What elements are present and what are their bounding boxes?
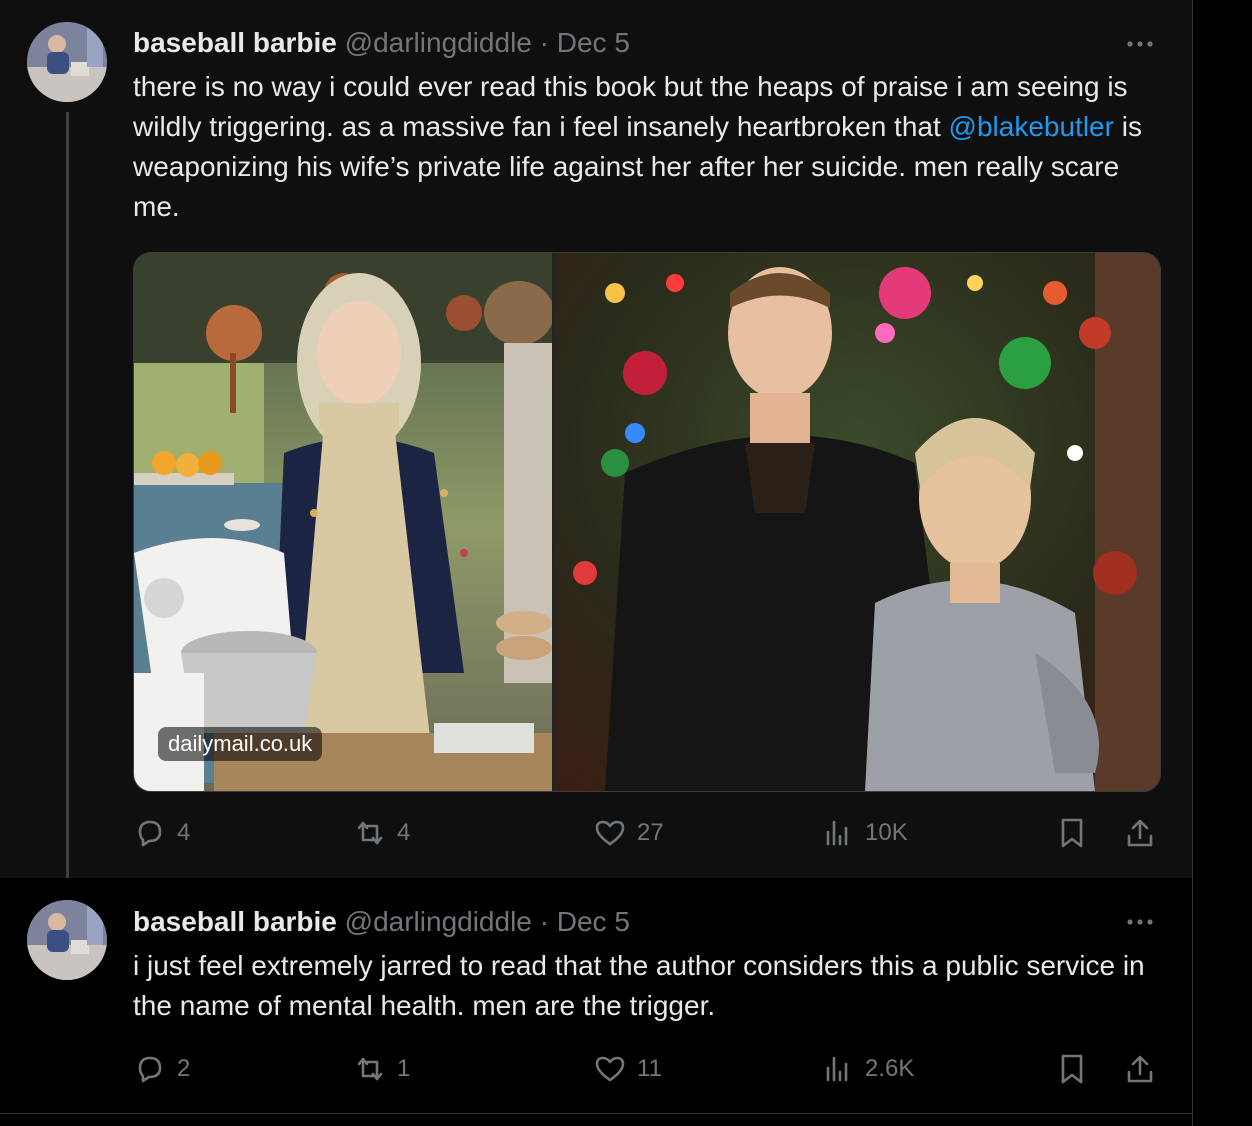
separator-dot: · <box>539 906 549 937</box>
avatar[interactable] <box>27 900 107 980</box>
like-icon <box>595 820 625 846</box>
bookmark-icon <box>1061 818 1083 848</box>
share-icon <box>1127 819 1153 847</box>
separator-dot: · <box>539 27 549 58</box>
like-icon <box>595 1056 625 1082</box>
views-button[interactable]: 2.6K <box>821 1052 914 1086</box>
tweet-text: i just feel extremely jarred to read tha… <box>133 950 1145 1021</box>
thread-connector-line <box>66 112 69 892</box>
tweet-2[interactable]: baseball barbie @darlingdiddle · Dec 5 i… <box>0 878 1192 1114</box>
more-icon[interactable] <box>1124 34 1158 54</box>
reply-button[interactable]: 4 <box>133 816 190 850</box>
reply-icon <box>138 820 162 847</box>
timeline: baseball barbie @darlingdiddle · Dec 5 t… <box>0 0 1193 1126</box>
reply-count: 2 <box>177 1055 191 1082</box>
avatar[interactable] <box>27 22 107 102</box>
divider <box>0 1113 1192 1114</box>
tweet-actions: 2 1 11 2.6K <box>133 1052 1163 1092</box>
repost-icon <box>357 821 383 845</box>
views-count: 10K <box>865 819 908 846</box>
bookmark-button[interactable] <box>1055 1052 1089 1086</box>
like-button[interactable]: 27 <box>593 816 664 850</box>
display-name[interactable]: baseball barbie <box>133 27 337 58</box>
more-icon[interactable] <box>1124 912 1158 932</box>
tweet-header: baseball barbie @darlingdiddle · Dec 5 <box>133 26 630 60</box>
bookmark-button[interactable] <box>1055 816 1089 850</box>
reply-icon <box>138 1056 162 1083</box>
like-count: 11 <box>637 1055 662 1082</box>
reply-button[interactable]: 2 <box>133 1052 190 1086</box>
share-button[interactable] <box>1123 816 1157 850</box>
repost-icon <box>357 1057 383 1081</box>
repost-button[interactable]: 4 <box>353 816 410 850</box>
mention-link[interactable]: @blakebutler <box>949 111 1114 142</box>
share-icon <box>1127 1055 1153 1083</box>
views-button[interactable]: 10K <box>821 816 908 850</box>
views-count: 2.6K <box>865 1055 915 1082</box>
photo-couple-christmas-tree[interactable] <box>555 253 1160 791</box>
views-icon <box>826 1056 848 1082</box>
repost-count: 4 <box>397 819 411 846</box>
photo-baking-scene[interactable] <box>134 253 552 791</box>
repost-count: 1 <box>397 1055 411 1082</box>
reply-count: 4 <box>177 819 191 846</box>
media-source-badge[interactable]: dailymail.co.uk <box>158 727 323 761</box>
tweet-date[interactable]: Dec 5 <box>557 27 630 58</box>
display-name[interactable]: baseball barbie <box>133 906 337 937</box>
user-handle[interactable]: @darlingdiddle <box>345 906 532 937</box>
tweet-date[interactable]: Dec 5 <box>557 906 630 937</box>
user-handle[interactable]: @darlingdiddle <box>345 27 532 58</box>
share-button[interactable] <box>1123 1052 1157 1086</box>
repost-button[interactable]: 1 <box>353 1052 410 1086</box>
tweet-actions: 4 4 27 10K <box>133 816 1163 856</box>
tweet-text: there is no way i could ever read this b… <box>133 67 1163 227</box>
bookmark-icon <box>1061 1054 1083 1084</box>
like-button[interactable]: 11 <box>593 1052 662 1086</box>
like-count: 27 <box>637 819 664 846</box>
tweet-media[interactable]: dailymail.co.uk <box>133 252 1161 792</box>
tweet-header: baseball barbie @darlingdiddle · Dec 5 <box>133 905 630 939</box>
views-icon <box>826 820 848 846</box>
tweet-1[interactable]: baseball barbie @darlingdiddle · Dec 5 t… <box>0 0 1192 892</box>
